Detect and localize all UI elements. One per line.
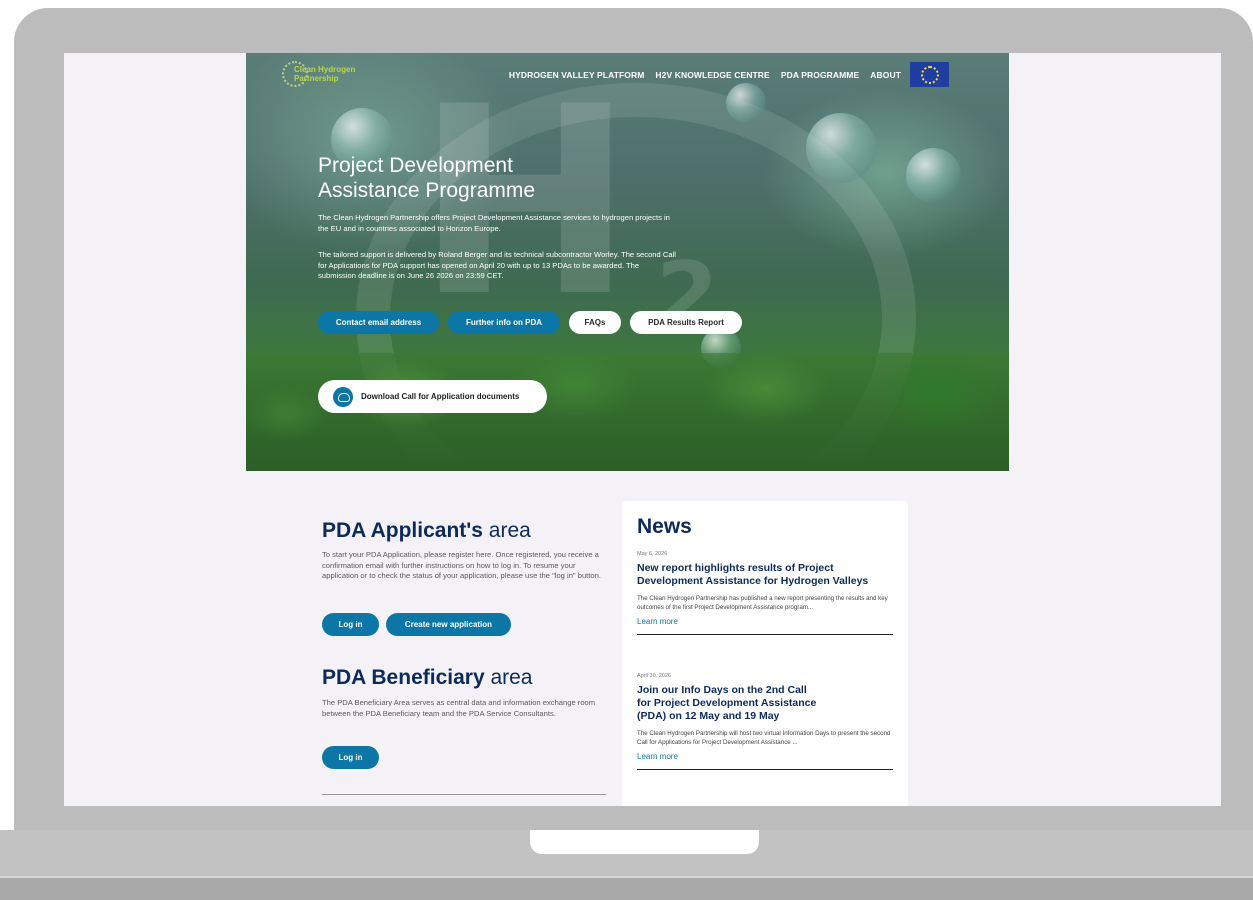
contact-email-button[interactable]: Contact email address [318,311,439,334]
logo-line-1: Clean Hydrogen [294,65,356,74]
further-info-button[interactable]: Further info on PDA [448,311,560,334]
pda-results-report-button[interactable]: PDA Results Report [630,311,742,334]
news-headline[interactable]: Join our Info Days on the 2nd Call for P… [637,684,893,723]
hero-title-line-2: Assistance Programme [318,179,536,202]
news-headline-line: New report highlights results of Project [637,562,834,574]
news-excerpt: The Clean Hydrogen Partnership has publi… [637,595,888,611]
download-documents-button[interactable]: Download Call for Application documents [318,380,547,413]
laptop-bottom-edge [0,876,1253,900]
news-excerpt: The Clean Hydrogen Partnership will host… [637,730,891,746]
hero-paragraph-2: The tailored support is delivered by Rol… [318,250,676,280]
h2-watermark: H [416,53,634,354]
download-documents-label: Download Call for Application documents [361,392,520,401]
logo-text: Clean Hydrogen Partnership [294,65,355,83]
hero-title: Project Development Assistance Programme [318,153,618,203]
news-headline-line: (PDA) on 12 May and 19 May [637,710,780,722]
web-page: H 2 Clean Hydrogen Partnership HYDROGEN … [246,53,1009,806]
bubble-decoration [806,113,876,183]
applicant-login-button[interactable]: Log in [322,613,379,636]
section-divider [322,794,606,795]
logo-line-2: Partnership [294,74,339,83]
news-title: News [637,515,692,538]
applicant-title-bold: PDA Applicant's [322,519,483,542]
news-headline-line: Join our Info Days on the 2nd Call [637,684,807,696]
nav-link-about[interactable]: ABOUT [870,70,901,80]
news-headline-line: Development Assistance for Hydrogen Vall… [637,575,869,587]
news-divider [637,769,893,770]
news-headline-line: for Project Development Assistance [637,697,817,709]
applicant-button-row: Log in Create new application [322,613,511,636]
news-panel: News May 6, 2026 New report highlights r… [622,501,908,806]
applicant-area-title: PDA Applicant's area [322,518,531,544]
eu-stars-icon [920,65,939,84]
news-date: May 6, 2026 [637,551,668,557]
cloud-download-icon [333,386,353,407]
faqs-button[interactable]: FAQs [569,311,621,334]
beneficiary-login-button[interactable]: Log in [322,746,379,769]
news-headline[interactable]: New report highlights results of Project… [637,562,893,588]
beneficiary-title-light: area [484,666,533,689]
hero-banner: H 2 Clean Hydrogen Partnership HYDROGEN … [246,53,1009,471]
nav-link-pda-programme[interactable]: PDA PROGRAMME [781,70,859,80]
learn-more-link[interactable]: Learn more [637,752,893,761]
nav-link-hydrogen-valley-platform[interactable]: HYDROGEN VALLEY PLATFORM [509,70,645,80]
nav-link-h2v-knowledge-centre[interactable]: H2V KNOWLEDGE CENTRE [655,70,769,80]
create-new-application-button[interactable]: Create new application [386,613,511,636]
hero-button-row: Contact email address Further info on PD… [318,311,742,334]
news-date: April 30, 2026 [637,673,671,679]
eu-flag-icon[interactable] [910,62,949,87]
beneficiary-area-title: PDA Beneficiary area [322,665,533,691]
learn-more-link[interactable]: Learn more [637,617,893,626]
nav-links: HYDROGEN VALLEY PLATFORM H2V KNOWLEDGE C… [509,70,901,80]
applicant-area-text: To start your PDA Application, please re… [322,550,601,580]
laptop-notch [530,830,759,854]
news-item: April 30, 2026 Join our Info Days on the… [637,673,893,770]
clean-hydrogen-logo[interactable]: Clean Hydrogen Partnership [282,61,362,91]
beneficiary-area-text: The PDA Beneficiary Area serves as centr… [322,698,596,718]
top-navigation: Clean Hydrogen Partnership HYDROGEN VALL… [246,53,1009,95]
hero-paragraph-1: The Clean Hydrogen Partnership offers Pr… [318,213,670,233]
bubble-decoration [906,148,961,203]
hero-title-line-1: Project Development [318,154,513,177]
news-divider [637,634,893,635]
beneficiary-title-bold: PDA Beneficiary [322,666,485,689]
news-item: May 6, 2026 New report highlights result… [637,551,893,635]
laptop-screen: H 2 Clean Hydrogen Partnership HYDROGEN … [64,53,1221,806]
applicant-title-light: area [482,519,531,542]
